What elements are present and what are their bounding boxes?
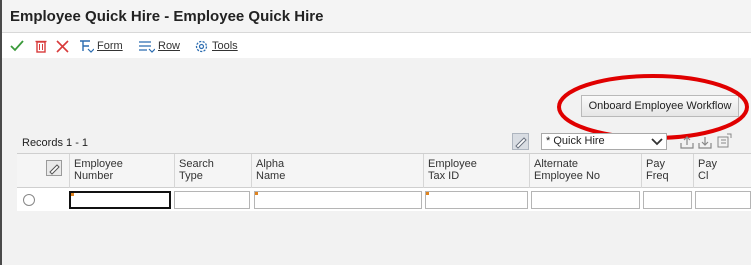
- gear-icon: [195, 40, 208, 52]
- form-menu-icon: [80, 40, 94, 53]
- row-select-radio[interactable]: [23, 194, 35, 206]
- delete-button[interactable]: [35, 37, 47, 55]
- upload-icon[interactable]: [680, 135, 694, 149]
- records-count: Records 1 - 1: [22, 137, 89, 149]
- toolbar: Form Row Tools: [2, 34, 751, 58]
- column-selector-header[interactable]: [42, 154, 68, 188]
- page-title: Employee Quick Hire - Employee Quick Hir…: [10, 8, 324, 25]
- required-marker: [426, 192, 429, 195]
- pay-cl-input[interactable]: [695, 191, 751, 209]
- column-pay-cl[interactable]: Pay Cl: [693, 154, 751, 188]
- close-icon: [56, 39, 69, 53]
- grid-header-row: Employee Number Search Type Alpha Name E…: [17, 153, 751, 188]
- edit-column-icon: [46, 160, 62, 176]
- column-pay-freq[interactable]: Pay Freq: [641, 154, 693, 188]
- expand-grid-icon[interactable]: [716, 133, 732, 149]
- checkmark-icon: [10, 40, 24, 52]
- row-menu-label: Row: [158, 40, 181, 52]
- required-marker: [255, 192, 258, 195]
- employee-tax-id-input[interactable]: [425, 191, 528, 209]
- column-employee-tax-id[interactable]: Employee Tax ID: [423, 154, 529, 188]
- row-menu-icon: [139, 41, 155, 53]
- grid-format-value: * Quick Hire: [546, 135, 605, 147]
- employee-grid: Employee Number Search Type Alpha Name E…: [17, 153, 751, 211]
- required-marker: [71, 193, 74, 196]
- grid-personalize-button[interactable]: [512, 133, 529, 150]
- pay-freq-input[interactable]: [643, 191, 692, 209]
- column-alternate-employee-no[interactable]: Alternate Employee No: [529, 154, 641, 188]
- row-menu[interactable]: Row: [138, 37, 180, 55]
- cancel-button[interactable]: [56, 37, 69, 55]
- grid-tools: [678, 132, 738, 152]
- column-employee-number[interactable]: Employee Number: [69, 154, 174, 188]
- chevron-down-icon: [651, 138, 663, 146]
- edit-icon: [515, 137, 527, 149]
- form-menu[interactable]: Form: [79, 37, 123, 55]
- form-menu-label: Form: [97, 40, 123, 52]
- column-alpha-name[interactable]: Alpha Name: [251, 154, 423, 188]
- column-search-type[interactable]: Search Type: [174, 154, 251, 188]
- table-row: [17, 189, 751, 211]
- download-icon[interactable]: [698, 135, 712, 149]
- ok-button[interactable]: [10, 37, 24, 55]
- grid-format-select[interactable]: * Quick Hire: [541, 133, 667, 150]
- tools-menu[interactable]: Tools: [194, 37, 238, 55]
- title-bar: Employee Quick Hire - Employee Quick Hir…: [2, 0, 751, 33]
- employee-number-input[interactable]: [69, 191, 171, 209]
- search-type-input[interactable]: [174, 191, 250, 209]
- tools-menu-label: Tools: [212, 40, 238, 52]
- alpha-name-input[interactable]: [254, 191, 422, 209]
- trash-icon: [35, 40, 47, 53]
- onboard-employee-workflow-button[interactable]: Onboard Employee Workflow: [581, 95, 739, 117]
- alternate-employee-no-input[interactable]: [531, 191, 640, 209]
